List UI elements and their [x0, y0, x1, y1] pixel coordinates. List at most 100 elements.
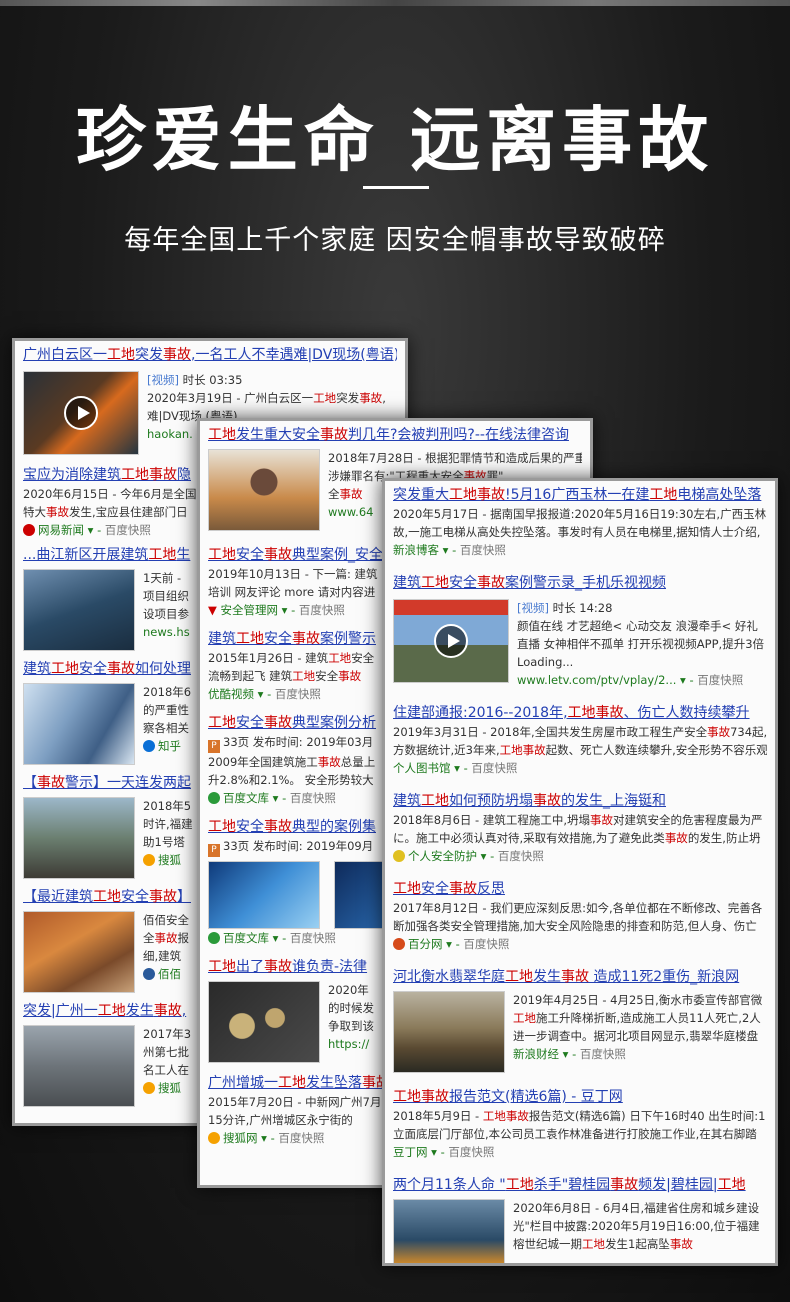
cache-link[interactable]: 百度快照 — [498, 849, 544, 863]
ppt-icon: P — [208, 844, 220, 857]
result-snippet: 2019年4月25日 - 4月25日,衡水市委宣传部官微 — [513, 993, 763, 1007]
result-item: 河北衡水翡翠华庭工地发生事故 造成11死2重伤_新浪网 2019年4月25日 -… — [385, 967, 775, 1073]
result-title-link[interactable]: 建筑工地如何预防坍塌事故的发生_上海铤和 — [393, 791, 767, 811]
result-source: 新浪博客 — [393, 543, 439, 557]
result-source: 安全管理网 — [220, 603, 279, 617]
video-tag: [视频] — [147, 373, 179, 387]
result-item: 住建部通报:2016--2018年,工地事故、伤亡人数持续攀升 2019年3月3… — [393, 703, 767, 775]
cache-link[interactable]: 百度快照 — [580, 1047, 626, 1061]
video-thumbnail[interactable] — [393, 599, 509, 683]
result-thumbnail[interactable] — [208, 981, 320, 1063]
top-decorative-strip — [0, 0, 790, 6]
result-snippet: Loading... — [517, 655, 574, 669]
result-source: 搜狐网 — [223, 1131, 258, 1145]
play-icon — [434, 624, 468, 658]
cache-link[interactable]: 百度快照 — [463, 937, 509, 951]
cache-link[interactable]: 百度快照 — [460, 543, 506, 557]
result-snippet: 直播 女神相伴不孤单 打开乐视视频APP,提升3倍 — [517, 637, 765, 651]
cache-link[interactable]: 百度快照 — [275, 687, 321, 701]
result-snippet: 2017年8月12日 - 我们更应深刻反思:如今,各单位都在不断修改、完善各 — [393, 901, 763, 915]
result-title-link[interactable]: 突发重大工地事故!5月16广西玉林一在建工地电梯高处坠落 — [393, 485, 767, 505]
netease-icon — [23, 524, 35, 536]
cache-link[interactable]: 百度快照 — [278, 1131, 324, 1145]
wenku-icon — [208, 932, 220, 944]
result-item: 工地事故报告范文(精选6篇) - 豆丁网 2018年5月9日 - 工地事故报告范… — [393, 1087, 767, 1159]
result-source: 豆丁网 — [393, 1145, 428, 1159]
result-snippet: 2020年3月19日 - 广州白云区一工地突发事故, — [147, 391, 386, 405]
result-title-link[interactable]: 工地安全事故反思 — [393, 879, 767, 899]
play-icon — [64, 396, 98, 430]
hero-divider — [363, 186, 429, 189]
wenku-icon — [208, 792, 220, 804]
result-title-link[interactable]: 建筑工地安全事故案例警示录_手机乐视视频 — [393, 573, 767, 593]
result-item: 两个月11条人命 "工地杀手"碧桂园事故频发|碧桂园|工地 2020年6月8日 … — [385, 1175, 775, 1263]
result-source: 佰佰 — [158, 967, 181, 981]
result-snippet: 榕世纪城一期工地发生1起高坠事故 — [513, 1237, 693, 1251]
result-snippet: 故,一施工电梯从高处失控坠落。事发时有人员在电梯里,据知情人士介绍, — [393, 525, 761, 539]
cache-link[interactable]: 百度快照 — [105, 523, 151, 537]
result-source: 百度文库 — [223, 791, 269, 805]
site-icon — [143, 968, 155, 980]
result-snippet: 33页 发布时间: 2019年03月 — [223, 735, 374, 749]
result-thumbnail[interactable] — [23, 1025, 135, 1107]
result-snippet: 方数据统计,近3年来,工地事故起数、死亡人数连续攀升,安全形势不容乐观 — [393, 743, 767, 757]
result-thumbnail[interactable] — [23, 797, 135, 879]
result-title-link[interactable]: 住建部通报:2016--2018年,工地事故、伤亡人数持续攀升 — [393, 703, 767, 723]
result-snippet: 2018年8月6日 - 建筑工程施工中,坍塌事故对建筑安全的危害程度最为严 — [393, 813, 763, 827]
result-thumbnail[interactable] — [393, 1199, 505, 1263]
result-snippet: 2018年7月28日 - 根据犯罪情节和造成后果的严重程度, — [328, 451, 582, 465]
sohu-icon — [143, 1082, 155, 1094]
result-source: 个人图书馆 — [393, 761, 451, 775]
search-results-card-3: 突发重大工地事故!5月16广西玉林一在建工地电梯高处坠落 2020年5月17日 … — [382, 478, 778, 1266]
video-thumbnail[interactable] — [23, 371, 139, 455]
result-source: 搜狐 — [158, 1081, 181, 1095]
result-source: 网易新闻 — [38, 523, 84, 537]
result-source: 个人安全防护 — [408, 849, 477, 863]
video-duration: 时长 14:28 — [552, 601, 613, 615]
result-snippet: に。施工中必须认真对待,采取有效措施,为了避免此类事故的发生,防止坍 — [393, 831, 761, 845]
result-item: 建筑工地如何预防坍塌事故的发生_上海铤和 2018年8月6日 - 建筑工程施工中… — [385, 791, 775, 865]
cache-link[interactable]: 百度快照 — [697, 673, 743, 687]
cache-link[interactable]: 百度快照 — [471, 761, 517, 775]
result-thumbnail[interactable] — [208, 861, 320, 929]
zhihu-icon — [143, 740, 155, 752]
result-snippet: 2018年5月9日 - 工地事故报告范文(精选6篇) 日下午16时40 出生时间… — [393, 1109, 766, 1123]
result-snippet: 进一步调查中。据河北项目网显示,翡翠华庭楼盘 — [513, 1029, 759, 1043]
ppt-icon: P — [208, 740, 220, 753]
result-source: 新浪财经 — [513, 1047, 559, 1061]
result-source: 百分网 — [408, 937, 443, 951]
cache-link[interactable]: 百度快照 — [290, 791, 336, 805]
result-snippet: 2020年5月17日 - 据南国早报报道:2020年5月16日19:30左右,广… — [393, 507, 767, 521]
result-snippet: 2020年6月8日 - 6月4日,福建省住房和城乡建设 — [513, 1201, 760, 1215]
result-source: 百度文库 — [223, 931, 269, 945]
result-source: www.letv.com/ptv/vplay/2... — [517, 673, 677, 687]
video-duration: 时长 03:35 — [182, 373, 243, 387]
sohu-icon — [143, 854, 155, 866]
result-thumbnail[interactable] — [23, 911, 135, 993]
result-source: 知乎 — [158, 739, 181, 753]
result-source: 搜狐 — [158, 853, 181, 867]
hero-title: 珍爱生命 远离事故 — [75, 99, 715, 181]
result-item: 突发重大工地事故!5月16广西玉林一在建工地电梯高处坠落 2020年5月17日 … — [393, 485, 767, 557]
hero-subtitle: 每年全国上千个家庭 因安全帽事故导致破碎 — [124, 225, 666, 256]
result-item: 工地安全事故反思 2017年8月12日 - 我们更应深刻反思:如今,各单位都在不… — [385, 879, 775, 953]
result-title-link[interactable]: 工地发生重大安全事故判几年?会被判刑吗?--在线法律咨询 — [208, 425, 582, 445]
sohu-icon — [208, 1132, 220, 1144]
result-snippet: 工地施工升降梯折断,造成施工人员11人死亡,2人 — [513, 1011, 761, 1025]
result-thumbnail[interactable] — [23, 683, 135, 765]
cache-link[interactable]: 百度快照 — [290, 931, 336, 945]
result-thumbnail[interactable] — [23, 569, 135, 651]
cache-link[interactable]: 百度快照 — [299, 603, 345, 617]
result-thumbnail[interactable] — [208, 449, 320, 531]
cache-link[interactable]: 百度快照 — [448, 1145, 494, 1159]
result-title-link[interactable]: 广州白云区一工地突发事故,一名工人不幸遇难|DV现场(粤语) — [23, 345, 397, 365]
result-snippet: 2019年3月31日 - 2018年,全国共发生房屋市政工程生产安全事故734起… — [393, 725, 767, 739]
result-snippet: 立面底层门厅部位,本公司员工袁作林准备进行打胶施工作业,在其右脚踏 — [393, 1127, 757, 1141]
result-source: 优酷视频 — [208, 687, 254, 701]
result-title-link[interactable]: 河北衡水翡翠华庭工地发生事故 造成11死2重伤_新浪网 — [393, 967, 767, 987]
result-thumbnail[interactable] — [393, 991, 505, 1073]
result-item: 建筑工地安全事故案例警示录_手机乐视视频 [视频] 时长 14:28 颜值在线 … — [385, 573, 775, 689]
result-title-link[interactable]: 工地事故报告范文(精选6篇) - 豆丁网 — [393, 1087, 767, 1107]
result-snippet: 光"栏目中披露:2020年5月19日16:00,位于福建 — [513, 1219, 760, 1233]
result-title-link[interactable]: 两个月11条人命 "工地杀手"碧桂园事故频发|碧桂园|工地 — [393, 1175, 767, 1195]
